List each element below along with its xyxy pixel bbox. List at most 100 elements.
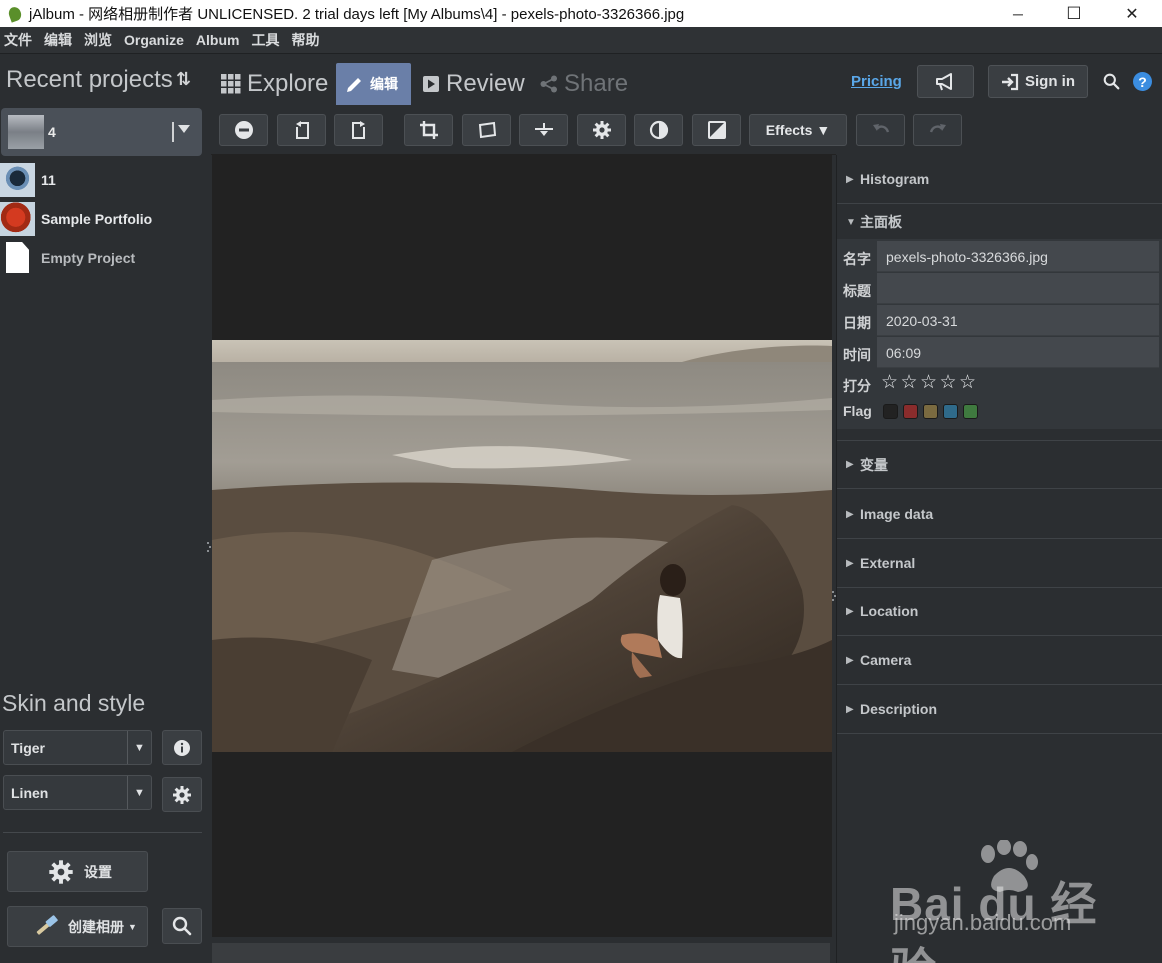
close-button[interactable]: ✕ xyxy=(1104,0,1160,27)
star-icon[interactable]: ☆ xyxy=(959,372,979,394)
redo-button[interactable] xyxy=(913,114,962,146)
section-label: Image data xyxy=(860,506,934,522)
section-camera[interactable]: ▶ Camera xyxy=(837,636,1162,685)
splitter-handle[interactable] xyxy=(207,540,211,556)
dropdown-arrow-icon[interactable]: ▼ xyxy=(127,776,151,809)
style-select[interactable]: Linen ▼ xyxy=(3,775,152,810)
exposure-icon xyxy=(707,121,726,139)
project-item[interactable]: 11 xyxy=(0,162,207,198)
menu-file[interactable]: 文件 xyxy=(0,30,40,50)
window-title: jAlbum - 网络相册制作者 UNLICENSED. 2 trial day… xyxy=(29,6,685,23)
selected-project[interactable]: 4 xyxy=(1,108,202,156)
sign-in-label: Sign in xyxy=(1025,73,1075,90)
tab-edit[interactable]: 编辑 xyxy=(336,63,411,105)
grid-icon xyxy=(221,74,241,94)
menu-organize[interactable]: Organize xyxy=(120,32,192,48)
search-icon[interactable] xyxy=(1103,73,1120,93)
field-row: 日期 2020-03-31 xyxy=(837,305,1159,337)
flag-color-swatch[interactable] xyxy=(903,404,918,419)
search-button[interactable] xyxy=(162,908,202,944)
section-label: Description xyxy=(860,701,938,717)
field-row: 时间 06:09 xyxy=(837,337,1159,369)
menu-edit[interactable]: 编辑 xyxy=(40,30,80,50)
section-main-panel[interactable]: ▼ 主面板 xyxy=(837,205,1162,239)
gear-icon xyxy=(173,785,191,804)
properties-panel: ▶ Histogram ▼ 主面板 名字 pexels-photo-332636… xyxy=(836,155,1162,963)
section-image-data[interactable]: ▶ Image data xyxy=(837,490,1162,539)
pricing-link[interactable]: Pricing xyxy=(851,73,902,90)
project-item[interactable]: Empty Project xyxy=(0,240,207,276)
skin-select[interactable]: Tiger ▼ xyxy=(3,730,152,765)
menu-tools[interactable]: 工具 xyxy=(247,30,287,50)
section-description[interactable]: ▶ Description xyxy=(837,685,1162,734)
contrast-button[interactable] xyxy=(634,114,683,146)
menu-browse[interactable]: 浏览 xyxy=(80,30,120,50)
rating-row: 打分 ☆ ☆ ☆ ☆ ☆ xyxy=(837,371,1162,397)
name-field[interactable]: pexels-photo-3326366.jpg xyxy=(877,241,1159,272)
chevron-down-icon[interactable]: ▼ xyxy=(128,922,137,932)
star-icon[interactable]: ☆ xyxy=(881,372,901,394)
section-location[interactable]: ▶ Location xyxy=(837,587,1162,636)
section-external[interactable]: ▶ External xyxy=(837,539,1162,588)
straighten-icon xyxy=(478,121,496,139)
expand-arrow-icon: ▶ xyxy=(846,173,854,185)
make-album-button[interactable]: 创建相册 ▼ xyxy=(7,906,148,947)
flag-color-swatch[interactable] xyxy=(923,404,938,419)
title-label: 标题 xyxy=(843,283,871,299)
minimize-button[interactable]: ─ xyxy=(990,0,1046,27)
flag-row: Flag xyxy=(837,397,1162,425)
exposure-button[interactable] xyxy=(692,114,741,146)
help-icon[interactable]: ? xyxy=(1133,72,1152,91)
flag-color-swatch[interactable] xyxy=(963,404,978,419)
straighten-button[interactable] xyxy=(462,114,511,146)
announcements-button[interactable] xyxy=(917,65,974,98)
menu-album[interactable]: Album xyxy=(192,32,248,48)
image-canvas[interactable] xyxy=(212,155,832,937)
zoom-out-button[interactable] xyxy=(219,114,268,146)
star-icon[interactable]: ☆ xyxy=(901,372,921,394)
tab-explore[interactable]: Explore xyxy=(221,63,328,105)
section-histogram[interactable]: ▶ Histogram xyxy=(837,155,1162,204)
section-label: 变量 xyxy=(860,456,888,473)
project-thumbnail xyxy=(8,115,44,149)
star-icon[interactable]: ☆ xyxy=(920,372,940,394)
main-panel-fields: 名字 pexels-photo-3326366.jpg 标题 日期 2020-0… xyxy=(837,239,1162,429)
rotate-left-button[interactable] xyxy=(277,114,326,146)
sort-icon[interactable]: ⇅ xyxy=(176,69,191,90)
settings-button[interactable]: 设置 xyxy=(7,851,148,892)
level-button[interactable] xyxy=(519,114,568,146)
sign-in-button[interactable]: Sign in xyxy=(988,65,1088,98)
effects-button[interactable]: Effects ▼ xyxy=(749,114,847,146)
time-field[interactable]: 06:09 xyxy=(877,337,1159,368)
maximize-button[interactable]: ☐ xyxy=(1046,0,1102,27)
expand-arrow-icon: ▶ xyxy=(846,508,854,520)
horizontal-scrollbar[interactable] xyxy=(212,943,830,963)
rotate-right-button[interactable] xyxy=(334,114,383,146)
date-field[interactable]: 2020-03-31 xyxy=(877,305,1159,336)
info-icon xyxy=(174,739,190,756)
star-icon[interactable]: ☆ xyxy=(940,372,960,394)
flag-color-swatch[interactable] xyxy=(883,404,898,419)
chevron-down-icon[interactable] xyxy=(178,125,190,133)
adjust-settings-button[interactable] xyxy=(577,114,626,146)
tab-share[interactable]: Share xyxy=(540,63,628,105)
section-label: Camera xyxy=(860,652,912,668)
skin-info-button[interactable] xyxy=(162,730,202,765)
skin-settings-button[interactable] xyxy=(162,777,202,812)
undo-button[interactable] xyxy=(856,114,905,146)
dropdown-arrow-icon[interactable]: ▼ xyxy=(127,731,151,764)
crop-button[interactable] xyxy=(404,114,453,146)
skin-and-style-title: Skin and style xyxy=(2,690,146,716)
undo-icon xyxy=(872,124,889,133)
photo-preview xyxy=(212,340,832,752)
tab-review[interactable]: Review xyxy=(423,63,525,105)
section-variables[interactable]: ▶ 变量 xyxy=(837,440,1162,489)
title-field[interactable] xyxy=(877,273,1159,304)
menu-help[interactable]: 帮助 xyxy=(287,30,327,50)
pencil-icon xyxy=(347,78,361,92)
recent-projects-header: Recent projects ⇅ xyxy=(0,55,207,105)
rating-stars[interactable]: ☆ ☆ ☆ ☆ ☆ xyxy=(881,372,979,394)
flag-color-swatch[interactable] xyxy=(943,404,958,419)
project-item[interactable]: Sample Portfolio xyxy=(0,201,207,237)
flag-label: Flag xyxy=(843,403,872,419)
